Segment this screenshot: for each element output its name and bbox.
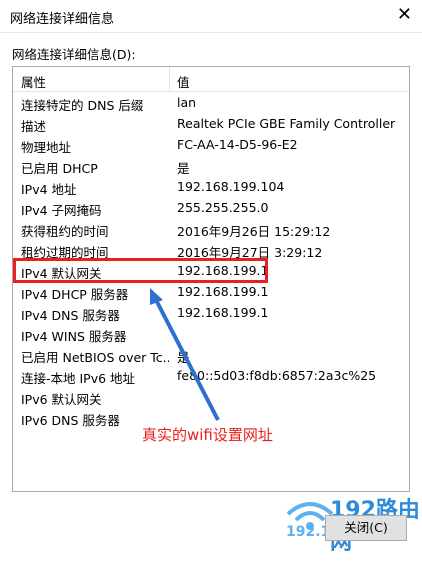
- annotation-text: 真实的wifi设置网址: [142, 426, 273, 444]
- annotation-arrow: [150, 288, 220, 421]
- close-button[interactable]: 关闭(C): [325, 515, 407, 541]
